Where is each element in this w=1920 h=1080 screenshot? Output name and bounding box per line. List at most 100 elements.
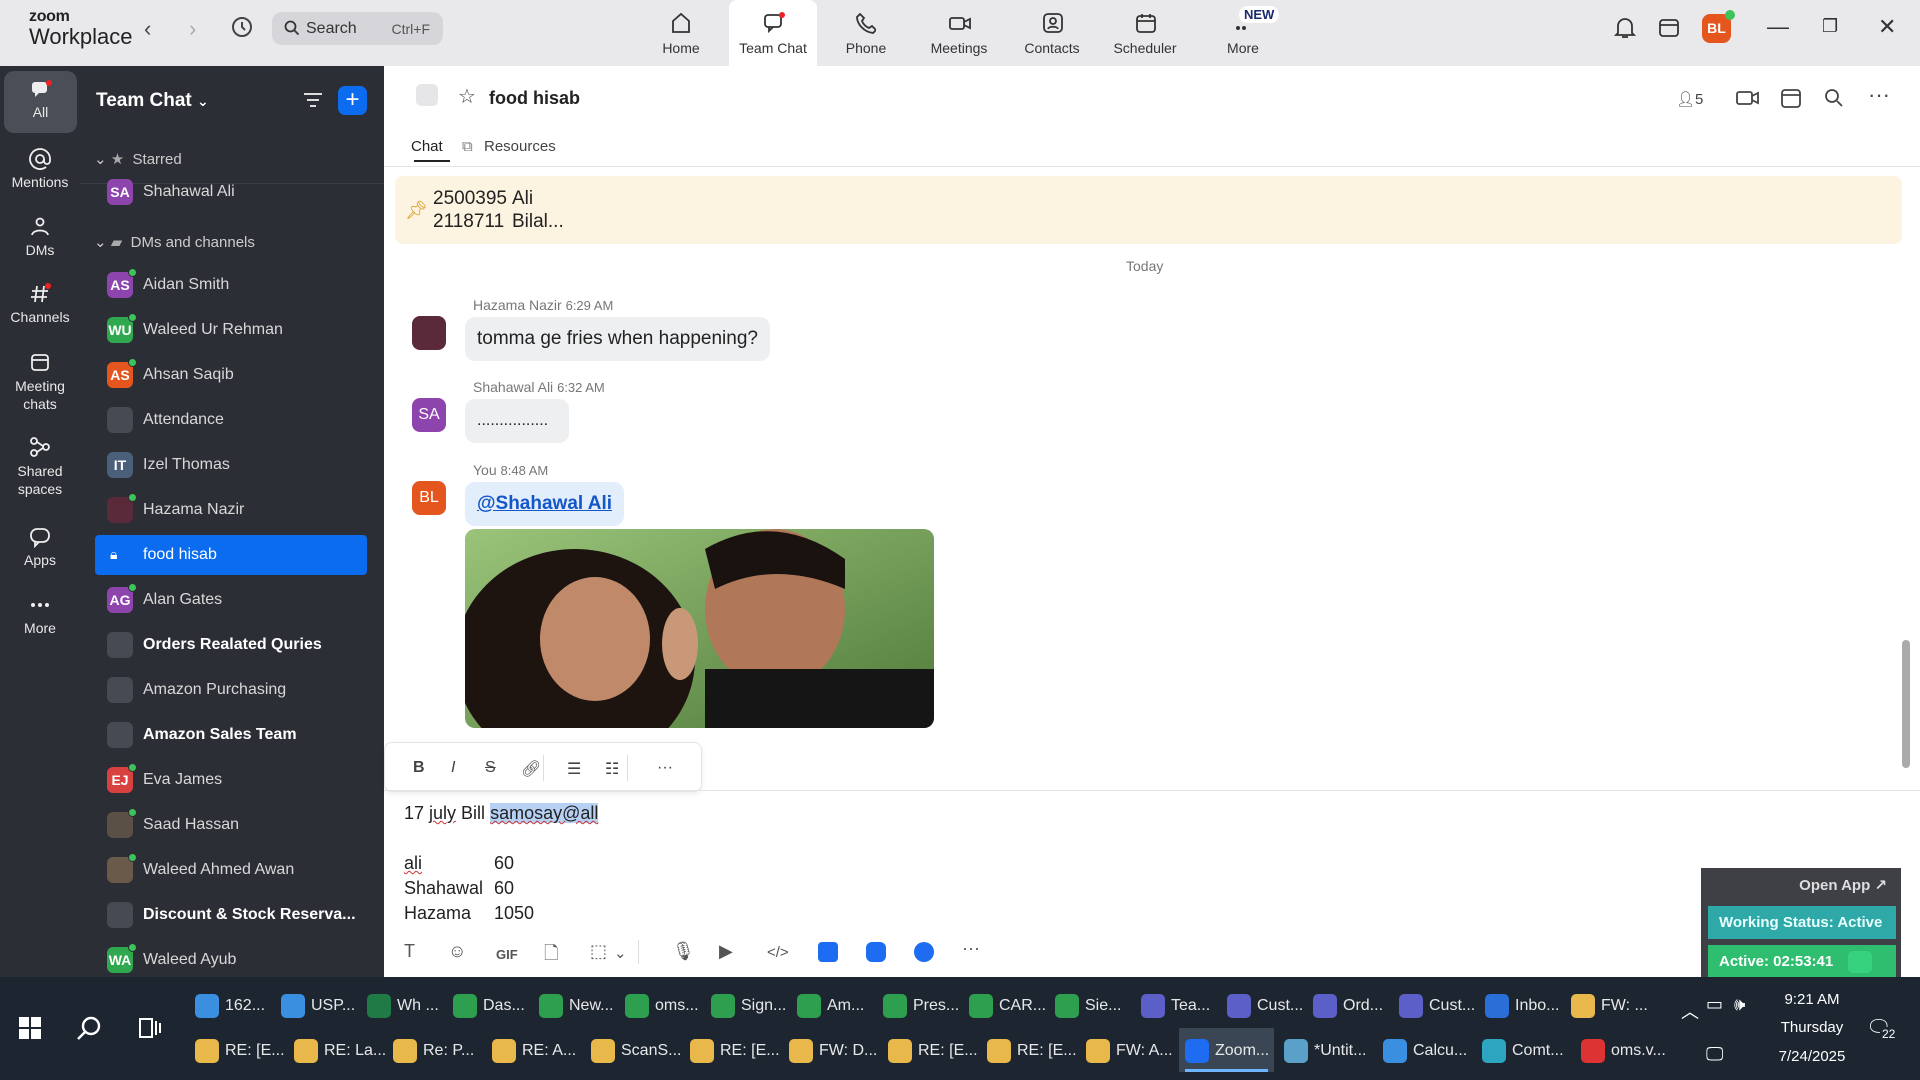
calendar-icon[interactable] [1780, 87, 1802, 109]
taskbar-app[interactable]: RE: [E... [684, 1028, 780, 1072]
forward-arrow-icon[interactable]: › [189, 16, 196, 42]
taskbar-app[interactable]: RE: [E... [882, 1028, 978, 1072]
calendar-icon[interactable] [1658, 16, 1680, 38]
bold-button[interactable]: B [413, 759, 425, 777]
network-icon[interactable]: 🖵︎ [1706, 1044, 1723, 1065]
rail-apps[interactable]: Apps [0, 526, 80, 568]
star-icon[interactable]: ☆ [458, 84, 476, 109]
video-message-icon[interactable]: ▶ [719, 941, 733, 962]
pinned-message[interactable]: 📌︎ 2500395 Ali 2118711 Bilal... [395, 176, 1902, 244]
code-icon[interactable]: </> [767, 944, 789, 961]
composer-line[interactable]: Hazama 1050 [404, 903, 534, 924]
taskbar-app[interactable]: Zoom... [1179, 1028, 1274, 1072]
file-icon[interactable]: 🗋︎ [544, 941, 558, 971]
list-item[interactable]: EJ Eva James [95, 760, 367, 800]
chevron-down-icon[interactable]: ⌄ [614, 944, 627, 962]
taskbar-app[interactable]: Am... [791, 983, 873, 1027]
filter-icon[interactable] [1848, 951, 1872, 973]
app-icon[interactable] [914, 942, 934, 962]
list-item[interactable]: Hazama Nazir [95, 490, 367, 530]
section-starred[interactable]: ⌄ ★ Starred [94, 150, 182, 168]
taskbar-app[interactable]: Re: P... [387, 1028, 482, 1072]
taskbar-app[interactable]: RE: La... [288, 1028, 386, 1072]
bullet-list-icon[interactable]: ☰ [567, 759, 581, 779]
taskbar-app[interactable]: RE: [E... [981, 1028, 1077, 1072]
avatar[interactable]: BL [412, 481, 446, 515]
list-item[interactable]: Attendance [95, 400, 367, 440]
battery-icon[interactable]: ▭ [1706, 994, 1723, 1015]
taskbar-app[interactable]: Das... [447, 983, 529, 1027]
screenshot-icon[interactable]: ⬚ [590, 941, 607, 962]
link-icon[interactable]: 🔗︎ [521, 759, 541, 779]
search-box[interactable]: Search Ctrl+F [272, 12, 443, 45]
list-item[interactable]: AS Aidan Smith [95, 265, 367, 305]
windows-start-icon[interactable] [19, 1017, 41, 1039]
taskbar-app[interactable]: Tea... [1135, 983, 1217, 1027]
taskbar-app[interactable]: Wh ... [361, 983, 443, 1027]
rail-shared-spaces[interactable]: Shared spaces [0, 436, 80, 498]
app-icon[interactable] [866, 942, 886, 962]
list-item[interactable]: Saad Hassan [95, 805, 367, 845]
restore-button[interactable]: ❐ [1822, 16, 1838, 37]
taskbar-app[interactable]: Cust... [1393, 983, 1475, 1027]
tab-team-chat[interactable]: Team Chat [729, 0, 817, 66]
taskbar-app[interactable]: FW: D... [783, 1028, 878, 1072]
minimize-button[interactable]: — [1767, 14, 1789, 40]
scrollbar[interactable] [1902, 640, 1910, 768]
volume-icon[interactable]: 🕪︎ [1734, 994, 1745, 1015]
more-options-icon[interactable]: ··· [962, 938, 980, 959]
history-icon[interactable] [229, 14, 255, 40]
list-item[interactable]: Amazon Purchasing [95, 670, 367, 710]
taskbar-app[interactable]: New... [533, 983, 615, 1027]
list-item[interactable]: WA Waleed Ayub [95, 940, 367, 976]
taskbar-app[interactable]: Ord... [1307, 983, 1389, 1027]
back-arrow-icon[interactable]: ‹ [144, 16, 151, 42]
avatar[interactable] [412, 316, 446, 350]
taskbar-app[interactable]: RE: A... [486, 1028, 581, 1072]
tab-meetings[interactable]: Meetings [915, 0, 1003, 66]
list-item[interactable]: Waleed Ahmed Awan [95, 850, 367, 890]
list-item[interactable]: AS Ahsan Saqib [95, 355, 367, 395]
microphone-icon[interactable]: 🎙︎ [672, 941, 695, 962]
rail-more[interactable]: More [0, 594, 80, 636]
mention-link[interactable]: @Shahawal Ali [465, 482, 625, 526]
bell-icon[interactable] [1614, 16, 1636, 40]
italic-button[interactable]: I [451, 759, 455, 777]
add-button[interactable]: + [338, 86, 367, 115]
taskbar-app[interactable]: Calcu... [1377, 1028, 1472, 1072]
tab-scheduler[interactable]: Scheduler [1101, 0, 1189, 66]
taskbar-app[interactable]: Comt... [1476, 1028, 1571, 1072]
taskbar-app[interactable]: Inbo... [1479, 983, 1561, 1027]
rail-meeting-chats[interactable]: Meeting chats [0, 351, 80, 413]
list-item[interactable]: AG Alan Gates [95, 580, 367, 620]
message-bubble[interactable]: ................ [465, 399, 569, 443]
taskbar-app[interactable]: 162... [189, 983, 271, 1027]
taskbar-app[interactable]: oms.v... [1575, 1028, 1670, 1072]
list-item[interactable]: Orders Realated Quries [95, 625, 367, 665]
emoji-icon[interactable]: ☺ [448, 941, 466, 962]
sidebar-item-food-hisab[interactable]: 🔒︎ food hisab [95, 535, 367, 575]
strikethrough-button[interactable]: S [485, 759, 496, 777]
tab-home[interactable]: Home [637, 0, 725, 66]
list-item[interactable]: WU Waleed Ur Rehman [95, 310, 367, 350]
tab-phone[interactable]: Phone [822, 0, 910, 66]
list-item[interactable]: SA Shahawal Ali [95, 172, 367, 212]
rail-all[interactable]: All [4, 71, 77, 133]
clock-time[interactable]: 9:21 AM [1772, 991, 1852, 1008]
tab-contacts[interactable]: Contacts [1008, 0, 1096, 66]
taskbar-app[interactable]: FW: A... [1080, 1028, 1175, 1072]
taskbar-app[interactable]: Cust... [1221, 983, 1303, 1027]
task-view-icon[interactable] [138, 1017, 162, 1039]
taskbar-app[interactable]: Pres... [877, 983, 959, 1027]
app-icon[interactable] [818, 942, 838, 962]
more-options-icon[interactable]: ··· [1868, 82, 1890, 108]
taskbar-app[interactable]: CAR... [963, 983, 1046, 1027]
open-app-button[interactable]: Open App ↗ [1799, 876, 1887, 894]
list-item[interactable]: Amazon Sales Team [95, 715, 367, 755]
rail-mentions[interactable]: Mentions [0, 148, 80, 190]
more-format-icon[interactable]: ··· [657, 759, 673, 777]
section-dms[interactable]: ⌄ ▰ DMs and channels [94, 233, 255, 251]
gif-image[interactable] [465, 529, 934, 728]
search-icon[interactable] [76, 1015, 102, 1041]
search-icon[interactable] [1824, 88, 1844, 108]
